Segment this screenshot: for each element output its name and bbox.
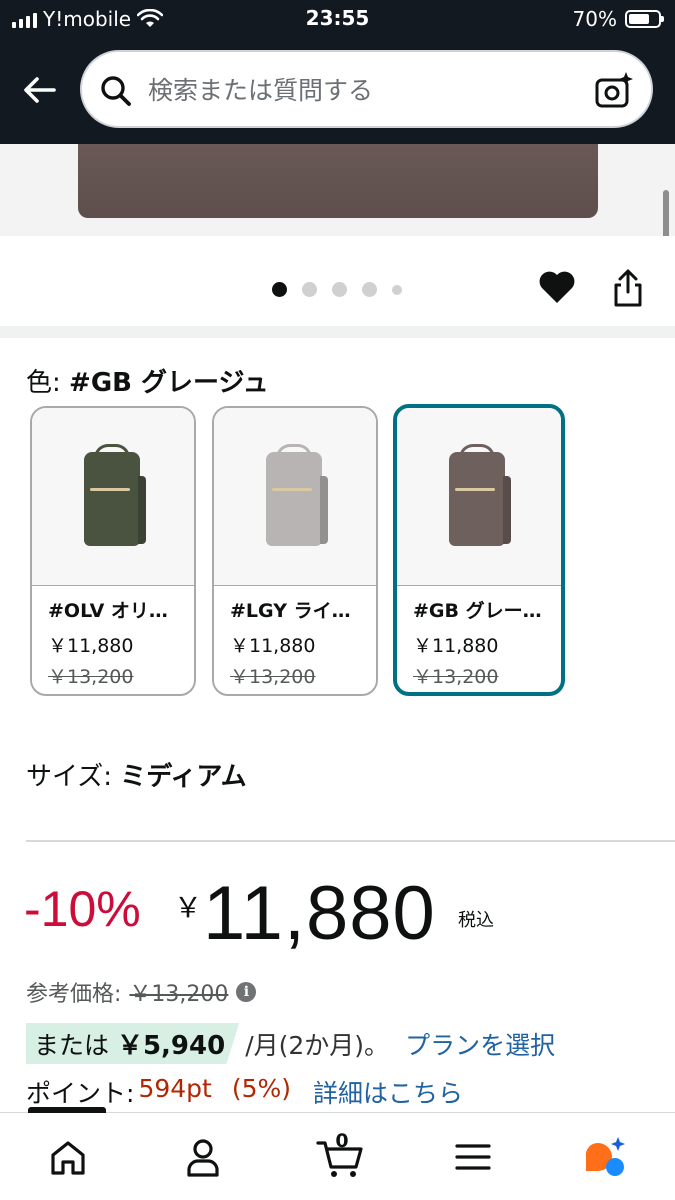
camera-search-icon[interactable] xyxy=(593,70,635,112)
discount-percent: -10% xyxy=(24,881,141,937)
account-icon[interactable] xyxy=(181,1135,225,1179)
heart-icon[interactable] xyxy=(536,266,578,308)
rufus-assistant-icon[interactable] xyxy=(582,1135,626,1179)
carousel-dot[interactable] xyxy=(302,282,317,297)
reference-price: 参考価格: ￥13,200 i xyxy=(26,976,257,1008)
battery-status: 70% xyxy=(572,7,664,31)
share-icon[interactable] xyxy=(610,268,646,308)
cart-button[interactable]: 0 xyxy=(316,1130,366,1179)
points-details-link[interactable]: 詳細はこちら xyxy=(313,1074,463,1110)
color-option-price: ￥11,880 xyxy=(230,635,316,657)
installment-prefix: または xyxy=(34,1031,110,1060)
currency-symbol: ￥ xyxy=(174,892,203,923)
installment-amount: ￥5,940 xyxy=(116,1031,226,1061)
backpack-lightgray-image xyxy=(266,444,328,546)
image-carousel-controls xyxy=(0,236,675,328)
backpack-greige-image xyxy=(449,444,511,546)
color-thumbnail xyxy=(397,408,561,586)
color-label: 色: #GB グレージュ xyxy=(26,362,269,399)
color-option-name: #GB グレー… xyxy=(413,600,542,622)
price-value: 11,880 xyxy=(203,871,436,956)
carousel-dot[interactable] xyxy=(272,282,287,297)
points-value: 594pt xyxy=(138,1074,212,1103)
top-header xyxy=(0,38,675,144)
color-option-list-price: ￥13,200 xyxy=(230,666,316,688)
section-divider xyxy=(0,326,675,338)
reference-price-value: ￥13,200 xyxy=(129,982,229,1007)
info-icon[interactable]: i xyxy=(236,982,257,1002)
color-option-olv[interactable]: #OLV オリ… ￥11,880 ￥13,200 xyxy=(30,406,196,696)
size-label-prefix: サイズ: xyxy=(26,762,121,792)
active-tab-indicator xyxy=(28,1107,106,1113)
battery-icon xyxy=(625,10,664,28)
size-label[interactable]: サイズ: ミディアム xyxy=(26,756,247,793)
color-option-gb[interactable]: #GB グレー… ￥11,880 ￥13,200 xyxy=(393,404,565,696)
color-option-list-price: ￥13,200 xyxy=(48,666,134,688)
color-option-name: #OLV オリ… xyxy=(48,600,168,622)
product-image[interactable] xyxy=(0,144,675,236)
color-thumbnail xyxy=(214,408,376,586)
color-option-list-price: ￥13,200 xyxy=(413,666,499,688)
color-option-price: ￥11,880 xyxy=(48,635,134,657)
bottom-navigation: 0 xyxy=(0,1107,675,1200)
cart-count: 0 xyxy=(335,1130,349,1152)
color-option-price: ￥11,880 xyxy=(413,635,499,657)
select-plan-link[interactable]: プランを選択 xyxy=(405,1026,555,1062)
installment-term: /月(2か月)。 xyxy=(245,1030,390,1060)
points-percent: (5%) xyxy=(231,1074,291,1103)
status-bar: Y!mobile 23:55 70% xyxy=(0,0,675,38)
search-input[interactable] xyxy=(148,68,568,112)
home-icon[interactable] xyxy=(46,1135,90,1179)
selected-color-name: #GB グレージュ xyxy=(69,368,269,398)
carousel-dots[interactable] xyxy=(272,282,402,297)
search-icon xyxy=(101,76,131,106)
tax-included-label: 税込 xyxy=(458,910,494,931)
installment-highlight: または ￥5,940 xyxy=(26,1023,240,1064)
color-option-name: #LGY ライ… xyxy=(230,600,351,622)
product-bag-image xyxy=(78,144,598,218)
carousel-dot[interactable] xyxy=(392,284,402,295)
divider xyxy=(26,840,675,842)
carousel-dot[interactable] xyxy=(362,282,377,297)
points-info: ポイント: 594pt (5%) 詳細はこちら xyxy=(26,1074,463,1110)
carousel-dot[interactable] xyxy=(332,282,347,297)
color-option-lgy[interactable]: #LGY ライ… ￥11,880 ￥13,200 xyxy=(212,406,378,696)
selected-size: ミディアム xyxy=(120,762,247,792)
battery-percent: 70% xyxy=(572,7,617,31)
color-thumbnail xyxy=(32,408,194,586)
search-bar[interactable] xyxy=(80,50,653,128)
color-label-prefix: 色: xyxy=(26,368,70,398)
backpack-olive-image xyxy=(84,444,146,546)
reference-price-label: 参考価格: xyxy=(26,982,122,1007)
menu-icon[interactable] xyxy=(451,1135,495,1179)
installment-offer: または ￥5,940 /月(2か月)。 プランを選択 xyxy=(26,1023,555,1064)
back-arrow-icon[interactable] xyxy=(18,68,62,112)
points-label: ポイント: xyxy=(26,1079,135,1108)
